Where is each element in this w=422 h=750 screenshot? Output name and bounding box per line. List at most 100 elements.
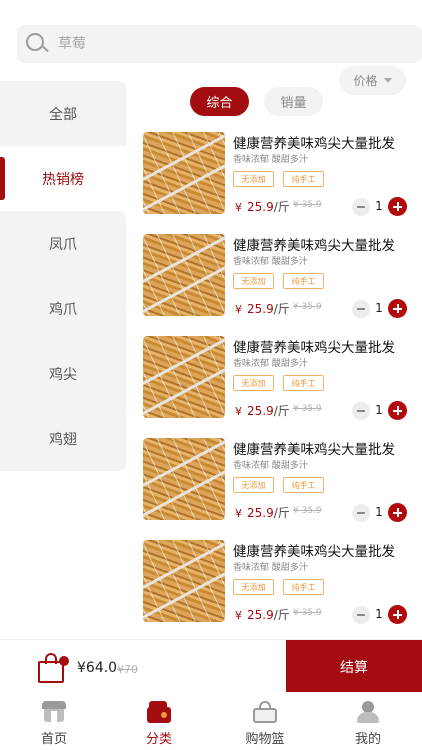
minus-icon xyxy=(357,206,365,208)
increase-quantity-button[interactable] xyxy=(388,299,407,318)
basket-icon xyxy=(253,701,277,723)
quantity-value: 1 xyxy=(375,403,383,417)
decrease-quantity-button[interactable] xyxy=(352,606,370,624)
product-card[interactable]: 健康营养美味鸡尖大量批发香味浓郁 酸甜多汁无添加 纯手工 ¥25.9/斤 ¥ 35.9… xyxy=(143,438,413,522)
minus-icon xyxy=(357,512,365,514)
product-title[interactable]: 健康营养美味鸡尖大量批发 xyxy=(233,540,395,560)
product-card[interactable]: 健康营养美味鸡尖大量批发 香味浓郁 酸甜多汁 无添加 纯手工 ¥25.9/斤 ¥ 35.9… xyxy=(143,540,413,624)
cart-original-total: ¥70 xyxy=(117,663,138,676)
bottom-tabbar: 首页 分类 购物篮 我的 xyxy=(0,692,422,750)
product-image[interactable] xyxy=(143,234,225,316)
currency-symbol: ¥ xyxy=(235,609,242,622)
product-price: ¥25.9/斤 xyxy=(235,606,290,623)
product-tag: 纯手工 xyxy=(283,579,324,595)
product-card[interactable]: 健康营养美味鸡尖大量批发 香味浓郁 酸甜多汁 无添加 纯手工 ¥25.9/斤 ¥ 35.9… xyxy=(143,336,413,420)
sidebar-item-chicken-feet[interactable]: 鸡爪 xyxy=(0,276,126,341)
sidebar-item-label: 热销榜 xyxy=(42,171,84,188)
price-value: 25.9 xyxy=(247,506,274,520)
product-subtitle: 香味浓郁 酸甜多汁 xyxy=(233,359,308,369)
price-unit: /斤 xyxy=(273,608,290,622)
sidebar-item-all[interactable]: 全部 xyxy=(0,81,126,146)
sort-tab-overall[interactable]: 综合 xyxy=(190,87,249,116)
price-value: 25.9 xyxy=(247,302,274,316)
product-card[interactable]: 健康营养美味鸡尖大量批发 香味浓郁 酸甜多汁 无添加 纯手工 ¥25.9/斤 ¥ 35.9… xyxy=(143,132,413,216)
increase-quantity-button[interactable] xyxy=(388,605,407,624)
quantity-value: 1 xyxy=(375,301,383,315)
profile-icon xyxy=(356,701,380,723)
price-value: 25.9 xyxy=(247,200,274,214)
sidebar-item-phoenix-claw[interactable]: 凤爪 xyxy=(0,211,126,276)
product-price: ¥25.9/斤 xyxy=(235,504,290,521)
checkout-label: 结算 xyxy=(340,659,368,676)
checkout-button[interactable]: 结算 xyxy=(286,640,422,693)
currency-symbol: ¥ xyxy=(235,405,242,418)
product-image[interactable] xyxy=(143,540,225,622)
product-tag: 无添加 xyxy=(233,375,274,391)
tab-home[interactable]: 首页 xyxy=(14,692,94,750)
minus-icon xyxy=(357,614,365,616)
product-tag: 纯手工 xyxy=(283,273,324,289)
tab-profile[interactable]: 我的 xyxy=(328,692,408,750)
price-unit: /斤 xyxy=(273,302,290,316)
shopping-bag-icon[interactable] xyxy=(38,653,69,683)
tab-basket[interactable]: 购物篮 xyxy=(225,692,305,750)
active-indicator xyxy=(0,157,5,200)
tab-label: 我的 xyxy=(354,732,381,747)
tab-label: 首页 xyxy=(40,732,67,747)
decrease-quantity-button[interactable] xyxy=(352,198,370,216)
sort-tab-sales[interactable]: 销量 xyxy=(264,87,323,116)
price-value: 25.9 xyxy=(247,404,274,418)
minus-icon xyxy=(357,410,365,412)
tab-category[interactable]: 分类 xyxy=(119,692,199,750)
sidebar-item-wings[interactable]: 鸡翅 xyxy=(0,406,126,471)
increase-quantity-button[interactable] xyxy=(388,197,407,216)
price-unit: /斤 xyxy=(273,404,290,418)
product-tag: 无添加 xyxy=(233,477,274,493)
caret-down-icon xyxy=(383,78,392,83)
product-tag: 纯手工 xyxy=(283,171,324,187)
product-title[interactable]: 健康营养美味鸡尖大量批发 xyxy=(233,234,395,254)
product-tag: 纯手工 xyxy=(283,477,324,493)
tab-label: 购物篮 xyxy=(245,732,285,747)
currency-symbol: ¥ xyxy=(235,303,242,316)
product-old-price: ¥ 35.9 xyxy=(293,302,322,312)
category-sidebar: 全部 热销榜 凤爪 鸡爪 鸡尖 鸡翅 xyxy=(0,81,126,471)
product-price: ¥25.9/斤 xyxy=(235,402,290,419)
category-icon xyxy=(147,701,171,723)
increase-quantity-button[interactable] xyxy=(388,503,407,522)
sidebar-item-label: 鸡尖 xyxy=(49,366,77,383)
product-subtitle: 香味浓郁 酸甜多汁 xyxy=(233,461,308,471)
quantity-value: 1 xyxy=(375,199,383,213)
increase-quantity-button[interactable] xyxy=(388,401,407,420)
product-subtitle: 香味浓郁 酸甜多汁 xyxy=(233,257,308,267)
product-price: ¥25.9/斤 xyxy=(235,198,290,215)
search-bar[interactable] xyxy=(17,25,422,63)
price-value: 25.9 xyxy=(247,608,274,622)
price-unit: /斤 xyxy=(273,200,290,214)
product-image[interactable] xyxy=(143,438,225,520)
sidebar-item-hot[interactable]: 热销榜 xyxy=(0,146,126,211)
product-old-price: ¥ 35.9 xyxy=(293,506,322,516)
decrease-quantity-button[interactable] xyxy=(352,402,370,420)
product-image[interactable] xyxy=(143,336,225,418)
quantity-value: 1 xyxy=(375,607,383,621)
product-title[interactable]: 健康营养美味鸡尖大量批发 xyxy=(233,336,395,356)
sidebar-item-label: 凤爪 xyxy=(49,236,77,253)
decrease-quantity-button[interactable] xyxy=(352,300,370,318)
product-image[interactable] xyxy=(143,132,225,214)
sort-tab-price[interactable]: 价格 xyxy=(339,66,406,95)
search-input[interactable] xyxy=(58,36,358,52)
price-unit: /斤 xyxy=(273,506,290,520)
sidebar-item-wing-tip[interactable]: 鸡尖 xyxy=(0,341,126,406)
sidebar-item-label: 鸡翅 xyxy=(49,431,77,448)
sidebar-item-label: 鸡爪 xyxy=(49,301,77,318)
product-tag: 无添加 xyxy=(233,171,274,187)
product-title[interactable]: 健康营养美味鸡尖大量批发 xyxy=(233,438,395,458)
product-subtitle: 香味浓郁 酸甜多汁 xyxy=(233,563,308,573)
quantity-value: 1 xyxy=(375,505,383,519)
sort-tab-label: 综合 xyxy=(206,96,233,111)
decrease-quantity-button[interactable] xyxy=(352,504,370,522)
product-title[interactable]: 健康营养美味鸡尖大量批发 xyxy=(233,132,395,152)
product-card[interactable]: 健康营养美味鸡尖大量批发 香味浓郁 酸甜多汁 无添加 纯手工 ¥25.9/斤 ¥ 35.9… xyxy=(143,234,413,318)
cart-bar: ¥64.0 ¥70 结算 xyxy=(0,639,422,693)
